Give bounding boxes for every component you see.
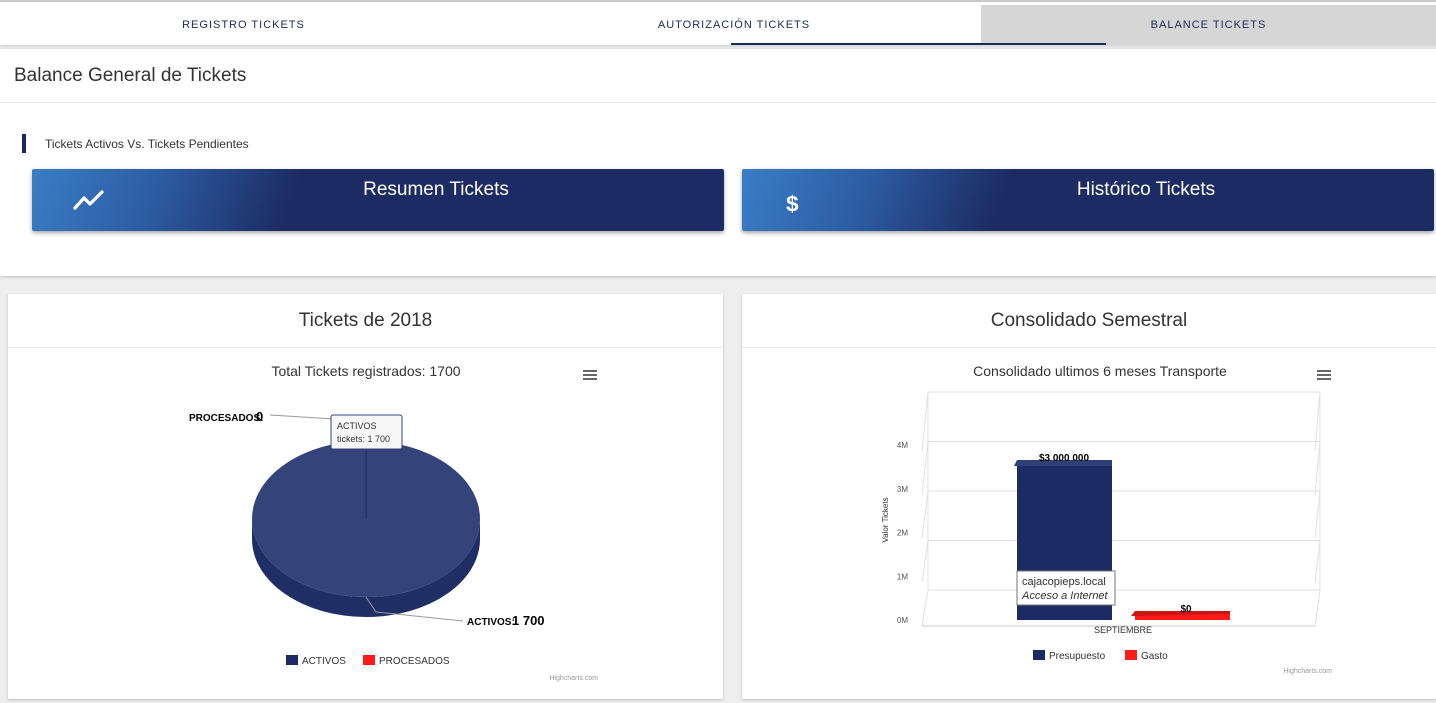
tab-bar: REGISTRO TICKETS AUTORIZACIÓN TICKETS BA… [0, 0, 1436, 45]
pie-tooltip: ACTIVOS tickets: 1 700 [330, 414, 403, 450]
x-axis-category: SEPTIEMBRE [1094, 625, 1152, 635]
bar-label-presupuesto: $3 000 000 [1039, 453, 1089, 464]
legend-item-gasto[interactable]: Gasto [1125, 650, 1168, 662]
y-axis: 0M 1M 2M 3M 4M [897, 441, 908, 625]
section-subtitle: Tickets Activos Vs. Tickets Pendientes [45, 137, 249, 151]
y-tick-label: 4M [897, 441, 908, 450]
consolidado-bar-chart: Consolidado ultimos 6 meses Transporte 0… [881, 363, 1332, 675]
svg-text:PROCESADOS: PROCESADOS [379, 656, 450, 667]
balance-card: Balance General de Tickets Tickets Activ… [0, 49, 1436, 276]
svg-text:ACTIVOS: ACTIVOS [302, 656, 346, 667]
svg-text:tickets: 1 700: tickets: 1 700 [337, 434, 390, 444]
legend-item-presupuesto[interactable]: Presupuesto [1033, 650, 1106, 662]
tickets-panel-title: Tickets de 2018 [298, 310, 433, 331]
tab-autorizacion-tickets[interactable]: AUTORIZACIÓN TICKETS [487, 5, 981, 45]
y-tick-label: 2M [897, 529, 908, 538]
chart-grid [921, 391, 1321, 627]
svg-text:Gasto: Gasto [1141, 651, 1168, 662]
label-procesados-name: PROCESADOS: [189, 413, 263, 424]
bar-label-gasto: $0 [1180, 604, 1192, 615]
chart-credits[interactable]: Highcharts.com [549, 675, 598, 682]
label-activos-value: 1 700 [512, 613, 545, 628]
divider [0, 102, 1436, 103]
chart-menu-icon[interactable] [1317, 370, 1331, 380]
page-title: Balance General de Tickets [14, 65, 247, 86]
y-tick-label: 1M [897, 572, 908, 581]
tab-balance-tickets[interactable]: BALANCE TICKETS [981, 5, 1436, 45]
y-tick-label: 0M [897, 616, 908, 625]
y-axis-label: Valor Tickets [881, 497, 890, 542]
historico-tickets-button[interactable]: $ Histórico Tickets [742, 169, 1434, 231]
legend-item-activos[interactable]: ACTIVOS [286, 655, 346, 667]
resumen-tickets-label: Resumen Tickets [363, 179, 509, 200]
tab-active-indicator [731, 43, 1106, 45]
chart-title: Consolidado ultimos 6 meses Transporte [973, 363, 1227, 379]
y-tick-label: 3M [897, 485, 908, 494]
tickets-pie-chart: Total Tickets registrados: 1700 PROCESAD… [189, 363, 598, 682]
label-procesados-value: 0 [256, 409, 263, 424]
subtitle-accent [22, 134, 26, 153]
consolidado-panel: Consolidado Semestral Consolidado ultimo… [742, 294, 1436, 699]
chart-credits[interactable]: Highcharts.com [1283, 668, 1332, 675]
svg-text:Acceso a Internet: Acceso a Internet [1021, 590, 1109, 602]
resumen-tickets-button[interactable]: Resumen Tickets [32, 169, 724, 231]
legend-item-procesados[interactable]: PROCESADOS [363, 655, 450, 667]
historico-tickets-label: Histórico Tickets [1076, 179, 1216, 200]
svg-text:ACTIVOS: ACTIVOS [337, 421, 377, 431]
svg-text:cajacopieps.local: cajacopieps.local [1022, 576, 1106, 588]
svg-text:Presupuesto: Presupuesto [1049, 651, 1106, 662]
tab-registro-tickets[interactable]: REGISTRO TICKETS [0, 5, 487, 45]
label-activos-name: ACTIVOS: [467, 617, 515, 628]
browser-tooltip: cajacopieps.local Acceso a Internet [1016, 570, 1116, 606]
chart-title: Total Tickets registrados: 1700 [271, 363, 460, 379]
consolidado-panel-title: Consolidado Semestral [990, 310, 1188, 331]
chart-menu-icon[interactable] [583, 370, 597, 380]
tickets-panel: Tickets de 2018 Total Tickets registrado… [8, 294, 723, 699]
